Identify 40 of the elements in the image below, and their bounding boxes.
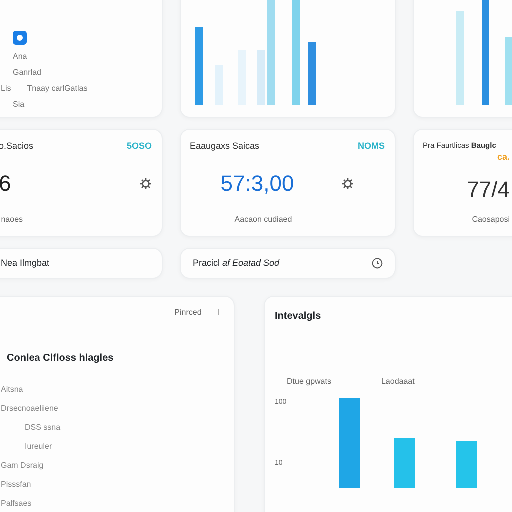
stat-value: 6 [0,170,12,198]
list-item[interactable]: Aitsna [1,384,220,396]
nav-item[interactable]: Tnaay carlGatlas [27,85,88,93]
filter-link[interactable]: Pinrced [174,307,202,319]
nav-item[interactable]: Ganrlad [13,69,42,77]
nav-item[interactable]: Ana [13,53,28,61]
list-item[interactable]: Gam Dsraig [1,460,220,472]
chart-bar [505,37,512,105]
list-item[interactable]: Drsecnoaeliiene [1,403,220,415]
chart-bar [456,441,477,488]
settings-icon [140,178,152,190]
stat-caption: Caosaposi [471,214,510,226]
chart-bar [394,438,415,488]
settings-icon [342,178,354,190]
app-icon [13,31,27,45]
list-item[interactable]: Palfsaes [1,498,220,510]
nav-prefix: Lis [1,85,12,93]
chart-bar [308,42,316,105]
stat-label: Eaaugaxs Saicas [190,140,260,153]
stat-value: 57:3,00 [220,170,294,198]
stat-caption: Inaoes [0,214,24,226]
info-text: Nea Ilmgbat [1,256,50,270]
stat-caption: Aacaon cudiaed [234,214,294,226]
list-item[interactable]: Iureuler [1,441,220,453]
card-title: Intevalgls [275,310,322,324]
list-item[interactable]: DSS ssna [1,422,220,434]
stat-tag: NOMS [358,140,385,154]
card-title: Conlea Clfloss hlagles [7,352,115,366]
chart-bar [215,65,223,105]
chart-bar [257,50,265,105]
stat-value: 77/4 [467,176,510,204]
nav-item[interactable]: Sia [13,101,25,109]
stat-tag: 5OSO [126,140,152,154]
divider-mark: I [218,307,220,319]
info-text: Pracicl af Eoatad Sod [193,256,280,270]
clock-icon [372,258,383,269]
legend-label: Dtue gpwats [287,376,332,388]
legend-label: Laodaaat [381,376,415,388]
stat-tag: ca. [497,151,510,165]
list-item[interactable]: Pisssfan [1,479,220,491]
